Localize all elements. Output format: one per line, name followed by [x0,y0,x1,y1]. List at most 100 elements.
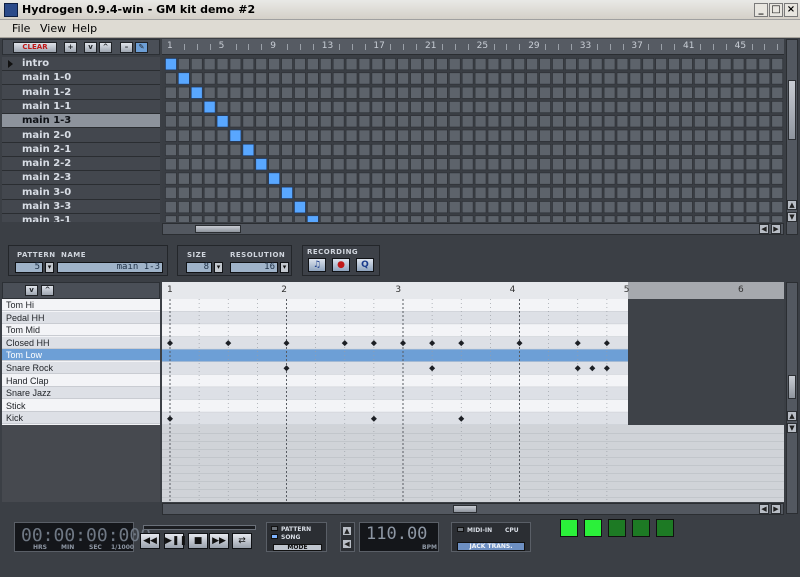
scroll-up-arrow[interactable]: ▲ [787,200,797,210]
size-dropdown[interactable]: ▾ [214,262,223,273]
song-mode-led[interactable] [271,534,278,539]
pattern-mode-led[interactable] [271,526,278,531]
pattern-editor-grid[interactable] [162,299,784,502]
menu-view[interactable]: View [40,22,66,35]
song-grid[interactable] [162,57,784,222]
song-grid-cell [745,158,758,171]
scroll-down-arrow[interactable]: ▼ [787,423,797,433]
instrument-list-item[interactable]: Tom Mid [2,324,160,337]
song-grid-cell [771,158,783,171]
instrument-list-item[interactable]: Closed HH [2,336,160,349]
song-grid-cell [565,144,577,156]
scroll-left-arrow[interactable]: ◀ [759,504,769,514]
song-grid-cell [268,201,280,214]
song-grid-cell [345,186,358,199]
song-grid-cell [603,158,616,171]
draw-mode-icon[interactable]: ✎ [135,42,148,53]
pattern-empty-line [162,457,784,458]
song-grid-cell [165,129,177,142]
pattern-list-item[interactable]: main 1-2 [2,86,160,100]
pattern-list-item[interactable]: main 2-0 [2,129,160,143]
pattern-list-item[interactable]: main 2-3 [2,171,160,186]
pattern-list-item[interactable]: main 2-2 [2,157,160,172]
pattern-name-label: main 3-0 [22,186,72,198]
loop-button[interactable]: ⇄ [232,533,252,549]
quantize-button[interactable]: Q [356,258,374,272]
song-grid-cell [616,101,629,114]
maximize-button[interactable]: □ [769,3,783,17]
menu-help[interactable]: Help [72,22,97,35]
pattern-horizontal-scrollbar[interactable]: ◀ ▶ [162,503,784,515]
hear-notes-button[interactable]: ♫ [308,258,326,272]
fast-forward-button[interactable]: ▶▶ [209,533,229,549]
instrument-down-button[interactable]: v [25,285,38,296]
pattern-list-item[interactable]: main 3-3 [2,200,160,214]
instrument-list-item[interactable]: Tom Low [2,349,160,362]
scroll-thumb[interactable] [788,80,796,140]
song-grid-cell [668,186,680,199]
pattern-list-item[interactable]: main 3-0 [2,186,160,200]
scroll-right-arrow[interactable]: ▶ [771,224,781,234]
scroll-thumb[interactable] [195,225,241,233]
pattern-vertical-scrollbar[interactable]: ▲ ▼ [786,282,798,514]
bpm-down-arrow[interactable]: ◀ [342,539,352,549]
instrument-list-item[interactable]: Snare Jazz [2,387,160,400]
mode-button[interactable]: MODE [273,544,322,551]
instrument-list-item[interactable]: Kick [2,412,160,425]
scroll-thumb[interactable] [788,375,796,399]
song-grid-cell [745,186,758,199]
scroll-left-arrow[interactable]: ◀ [759,224,769,234]
instrument-up-button[interactable]: ^ [41,285,54,296]
pattern-list-item[interactable]: main 1-1 [2,100,160,114]
song-grid-cell [410,115,422,128]
instrument-list-item[interactable]: Tom Hi [2,299,160,311]
rewind-button[interactable]: ◀◀ [140,533,160,549]
song-position-slider[interactable] [143,525,256,530]
menu-file[interactable]: File [12,22,30,35]
select-mode-icon[interactable]: – [120,42,133,53]
song-grid-cell [642,101,654,114]
song-grid-cell [513,201,525,214]
song-vertical-scrollbar[interactable]: ▲ ▼ [786,39,798,235]
play-pause-button[interactable]: ▶❚❚ [164,533,187,549]
close-button[interactable]: × [784,3,798,17]
record-button[interactable]: ● [332,258,350,272]
song-grid-cell [565,129,577,142]
scroll-down-arrow[interactable]: ▼ [787,212,797,222]
instrument-list-item[interactable]: Stick [2,400,160,412]
add-pattern-button[interactable]: + [64,42,77,53]
song-grid-cell [423,201,435,214]
pattern-number-stepper[interactable]: ▾ [45,262,54,273]
bpm-up-arrow[interactable]: ▲ [342,526,352,536]
pattern-editor-ruler[interactable]: 1 2 3 4 5 6 [162,282,784,299]
title-bar: Hydrogen 0.9.4-win - GM kit demo #2 _ □ … [0,0,800,20]
move-pattern-down-button[interactable]: v [84,42,97,53]
move-pattern-up-button[interactable]: ^ [99,42,112,53]
clear-button[interactable]: CLEAR [13,42,57,53]
resolution-dropdown[interactable]: ▾ [280,262,289,273]
pattern-name-field[interactable]: main 1-3 [57,262,163,273]
instrument-list-item[interactable]: Pedal HH [2,311,160,324]
pattern-list-item[interactable]: main 1-3 [2,114,160,129]
song-horizontal-scrollbar[interactable]: ◀ ▶ [162,223,784,235]
minimize-button[interactable]: _ [754,3,768,17]
song-grid-cell [448,144,461,156]
instrument-list-item[interactable]: Hand Clap [2,375,160,387]
song-ruler[interactable]: 15913172125293337414549 [162,39,798,55]
stop-button[interactable]: ■ [188,533,208,549]
bpm-display[interactable]: 110.00 BPM [359,522,439,552]
pattern-list-item[interactable]: intro [2,57,160,71]
instrument-list-item[interactable]: Snare Rock [2,362,160,374]
song-grid-cell [358,186,371,199]
song-grid-cell [487,144,500,156]
scroll-right-arrow[interactable]: ▶ [771,504,781,514]
ruler-bar-number: 13 [321,41,334,51]
bpm-stepper[interactable]: ▲ ◀ [340,522,355,552]
pattern-list-item[interactable]: main 3-1 [2,214,160,222]
song-grid-cell [655,186,667,199]
pattern-list-item[interactable]: main 1-0 [2,71,160,86]
pattern-list-item[interactable]: main 2-1 [2,143,160,157]
scroll-up-arrow[interactable]: ▲ [787,411,797,421]
scroll-thumb[interactable] [453,505,477,513]
jack-transport-button[interactable]: JACK TRANS. [457,542,525,551]
